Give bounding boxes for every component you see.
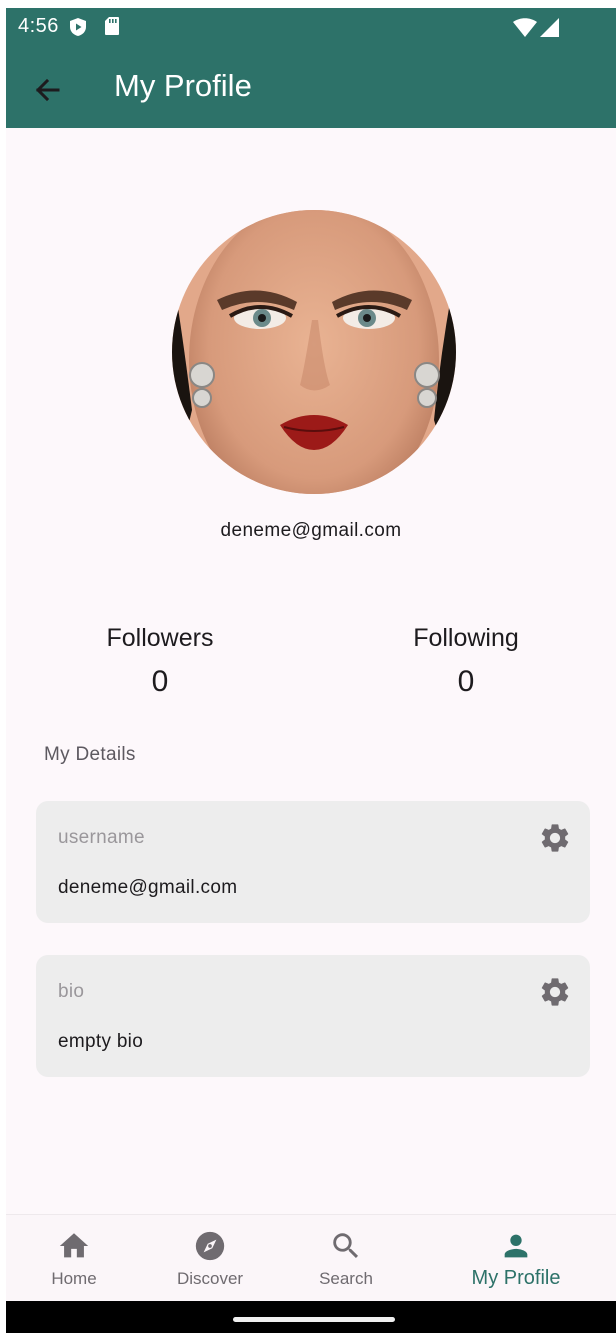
- home-indicator[interactable]: [233, 1317, 395, 1322]
- username-label: username: [58, 827, 145, 848]
- followers-label: Followers: [106, 624, 214, 652]
- nav-label-search: Search: [319, 1269, 373, 1288]
- person-icon: [504, 1234, 528, 1258]
- page-title: My Profile: [114, 68, 252, 103]
- app-bar: My Profile: [6, 46, 616, 128]
- user-email: deneme@gmail.com: [220, 520, 402, 541]
- bio-card: bio empty bio: [36, 955, 590, 1077]
- details-heading: My Details: [44, 744, 136, 765]
- username-card: username deneme@gmail.com: [36, 801, 590, 923]
- following-stat[interactable]: Following 0: [366, 624, 566, 699]
- bio-value: empty bio: [58, 1031, 144, 1052]
- following-count: 0: [457, 665, 475, 698]
- nav-item-discover[interactable]: Discover: [140, 1215, 280, 1302]
- search-icon: [333, 1233, 359, 1259]
- nav-label-my-profile: My Profile: [471, 1267, 561, 1289]
- shield-icon: [70, 18, 86, 36]
- compass-icon: [195, 1231, 225, 1261]
- wifi-icon: [513, 18, 537, 37]
- following-label: Following: [413, 624, 519, 652]
- nav-label-home: Home: [51, 1269, 97, 1288]
- sd-card-icon: [105, 17, 119, 35]
- bottom-nav: Home Discover Search My Profile: [6, 1214, 616, 1302]
- avatar-photo: [172, 210, 456, 494]
- followers-stat[interactable]: Followers 0: [60, 624, 260, 699]
- nav-item-search[interactable]: Search: [276, 1215, 416, 1302]
- status-time: 4:56: [18, 15, 59, 37]
- nav-item-home[interactable]: Home: [6, 1215, 144, 1302]
- followers-count: 0: [151, 665, 169, 698]
- status-bar: 4:56: [6, 8, 616, 46]
- nav-item-my-profile[interactable]: My Profile: [446, 1215, 586, 1302]
- signal-icon: [540, 18, 559, 37]
- nav-label-discover: Discover: [176, 1269, 244, 1288]
- bio-label: bio: [58, 981, 85, 1002]
- gear-icon[interactable]: [538, 821, 572, 855]
- username-value: deneme@gmail.com: [58, 877, 238, 898]
- avatar: [172, 210, 456, 494]
- back-arrow-icon[interactable]: [28, 70, 68, 110]
- gesture-bar: [6, 1301, 616, 1333]
- app-screen: 4:56 My Profile deneme@gmail.com Followe…: [6, 8, 616, 1333]
- gear-icon[interactable]: [538, 975, 572, 1009]
- home-icon: [59, 1233, 89, 1258]
